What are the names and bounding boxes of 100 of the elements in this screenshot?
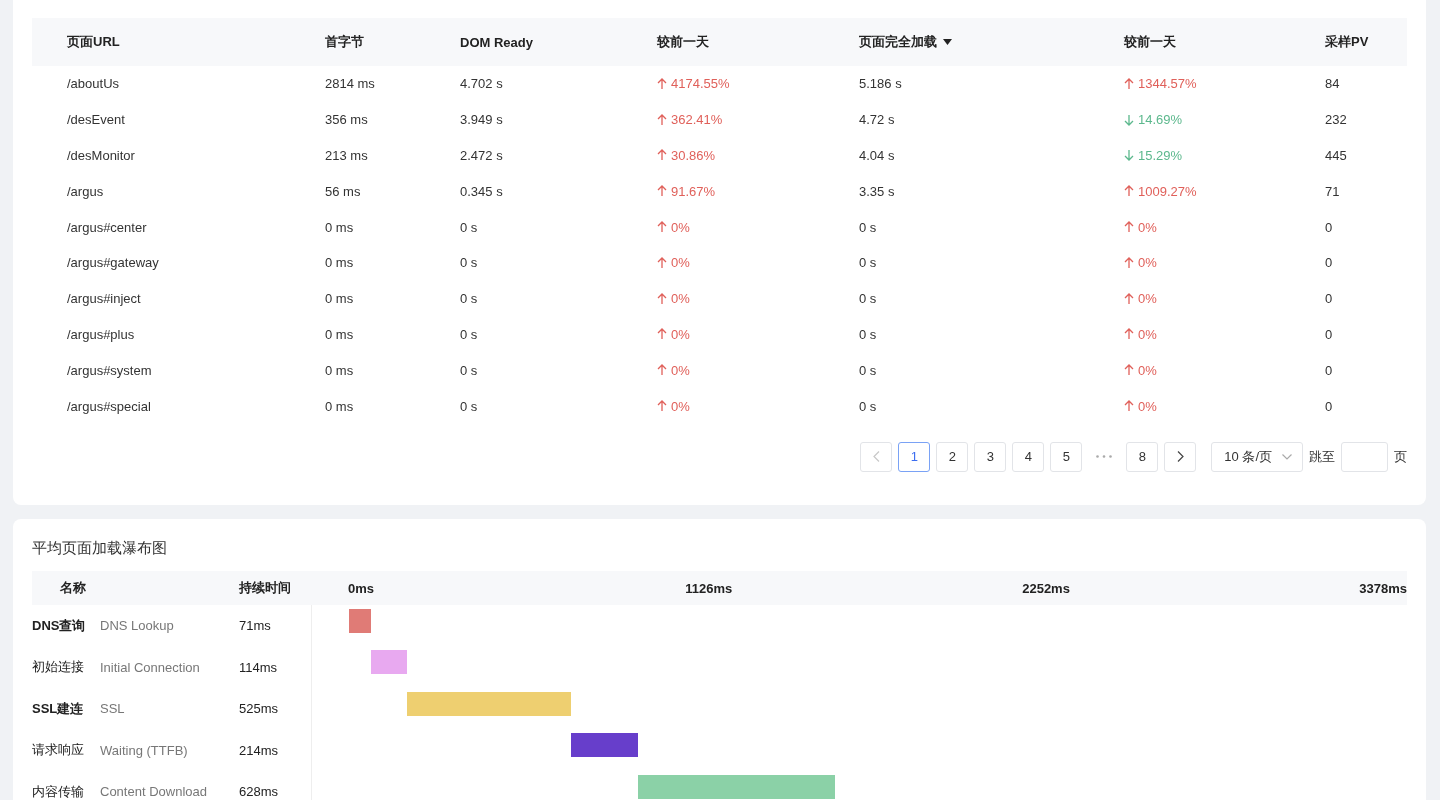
page-button[interactable]: 5 (1050, 441, 1083, 472)
arrow-up-icon (657, 364, 667, 377)
change-cell: 1009.27% (1124, 183, 1197, 199)
table-cell: 56 ms (325, 183, 361, 199)
phase-name: SSL建连 (32, 699, 85, 718)
duration-value: 71ms (239, 618, 272, 634)
table-cell: 0 ms (325, 326, 354, 342)
arrow-up-icon (657, 256, 667, 269)
page-button[interactable]: 3 (974, 441, 1007, 472)
section-title: 平均页面加载瀑布图 (32, 538, 168, 558)
table-cell: 84 (1325, 76, 1340, 92)
change-cell: 1344.57% (1124, 76, 1197, 92)
url-cell: /argus#gateway (67, 255, 159, 271)
chevron-right-icon[interactable] (1176, 451, 1184, 463)
arrow-up-icon (657, 221, 667, 234)
table-cell: 0 ms (325, 362, 354, 378)
table-cell: 4.04 s (859, 148, 895, 163)
arrow-up-icon (657, 292, 667, 305)
table-cell: 0 s (859, 219, 877, 235)
table-cell: 0 (1325, 398, 1333, 414)
table-cell: 0 s (460, 219, 478, 235)
arrow-up-icon (657, 149, 667, 162)
url-cell: /argus#center (67, 219, 147, 235)
change-cell: 14.69% (1124, 112, 1183, 128)
table-cell: 0 (1325, 291, 1333, 307)
arrow-up-icon (657, 77, 667, 90)
page-button[interactable]: 8 (1126, 441, 1159, 472)
table-cell: 0 (1325, 362, 1333, 378)
column-header: 较前一天 (657, 33, 709, 51)
arrow-up-icon (1124, 185, 1134, 198)
change-cell: 0% (1124, 362, 1157, 378)
change-cell: 0% (1124, 219, 1157, 235)
change-cell: 30.86% (657, 148, 716, 163)
arrow-up-icon (657, 328, 667, 341)
column-header: 持续时间 (239, 578, 291, 597)
table-cell: 3.35 s (859, 183, 895, 199)
page-button[interactable]: 2 (936, 441, 969, 472)
arrow-up-icon (1124, 77, 1134, 90)
duration-value: 114ms (239, 659, 279, 675)
table-cell: 3.949 s (460, 112, 503, 128)
change-cell: 0% (1124, 291, 1157, 307)
page-button[interactable]: 4 (1012, 441, 1045, 472)
table-cell: 5.186 s (859, 76, 902, 92)
arrow-up-icon (657, 400, 667, 413)
url-cell: /desMonitor (67, 148, 135, 163)
arrow-up-icon (1124, 328, 1134, 341)
url-cell: /argus#inject (67, 291, 141, 307)
ellipsis-icon[interactable] (1096, 455, 1113, 459)
table-cell: 0 ms (325, 398, 354, 414)
url-cell: /aboutUs (67, 76, 120, 92)
change-cell: 0% (1124, 326, 1157, 342)
change-cell: 0% (657, 291, 690, 307)
arrow-up-icon (1124, 221, 1134, 234)
jump-label: 跳至 (1309, 447, 1335, 466)
page-button[interactable]: 1 (898, 441, 931, 472)
table-cell: 0 s (460, 291, 478, 307)
url-cell: /argus#special (67, 398, 151, 414)
table-cell: 0.345 s (460, 183, 503, 199)
arrow-down-icon (1124, 149, 1134, 162)
change-cell: 0% (657, 362, 690, 378)
table-cell: 356 ms (325, 112, 368, 128)
change-cell: 0% (657, 255, 690, 271)
table-cell: 2.472 s (460, 148, 503, 163)
page-input[interactable] (1341, 441, 1388, 472)
duration-value: 525ms (239, 701, 280, 717)
column-header: DOM Ready (460, 34, 533, 50)
table-cell: 213 ms (325, 148, 368, 163)
table-cell: 445 (1325, 148, 1347, 163)
phase-name: 初始连接 (32, 658, 85, 677)
table-cell: 0 s (859, 255, 877, 271)
page-size-select[interactable]: 10 条/页 (1211, 441, 1303, 472)
arrow-up-icon (1124, 364, 1134, 377)
axis-tick-label: 1126ms (685, 580, 733, 596)
arrow-up-icon (1124, 400, 1134, 413)
axis-tick-label: 3378ms (1359, 580, 1407, 596)
change-cell: 91.67% (657, 183, 716, 199)
phase-name: DNS查询 (32, 616, 87, 635)
arrow-up-icon (1124, 256, 1134, 269)
table-cell: 4.702 s (460, 76, 503, 92)
column-header: 首字节 (325, 33, 364, 51)
url-cell: /desEvent (67, 112, 125, 128)
column-header: 较前一天 (1124, 33, 1176, 51)
table-cell: 2814 ms (325, 76, 375, 92)
column-header: 名称 (60, 578, 86, 597)
table-cell: 71 (1325, 183, 1340, 199)
sort-down-icon[interactable] (943, 39, 952, 45)
table-cell: 0 s (460, 362, 478, 378)
change-cell: 0% (657, 398, 690, 414)
phase-name: 内容传输 (32, 782, 85, 800)
change-cell: 0% (657, 326, 690, 342)
column-header: 页面URL (67, 33, 120, 51)
table-cell: 0 s (460, 326, 478, 342)
change-cell: 0% (1124, 255, 1157, 271)
chevron-down-icon[interactable] (1282, 453, 1292, 460)
change-cell: 0% (657, 219, 690, 235)
table-cell: 0 s (859, 326, 877, 342)
change-cell: 362.41% (657, 112, 723, 128)
table-cell: 232 (1325, 112, 1347, 128)
url-cell: /argus#system (67, 362, 152, 378)
table-cell: 0 (1325, 255, 1333, 271)
